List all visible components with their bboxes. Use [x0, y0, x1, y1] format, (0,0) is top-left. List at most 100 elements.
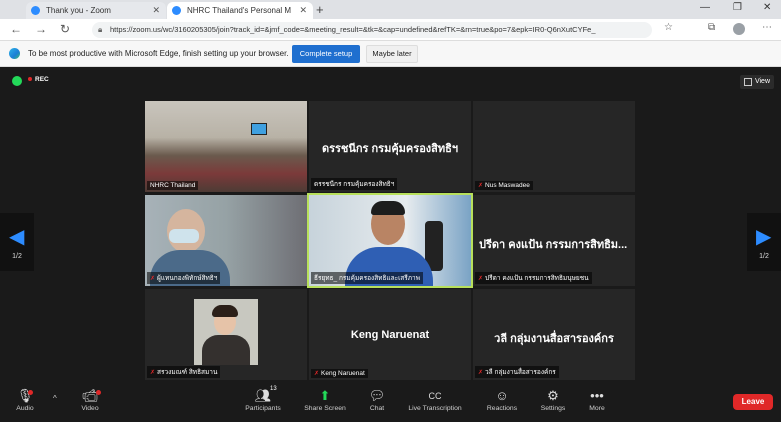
video-alert-badge	[96, 390, 101, 395]
maximize-icon[interactable]: ❐	[733, 2, 742, 13]
edge-setup-infobar: To be most productive with Microsoft Edg…	[0, 41, 781, 67]
tab-label: Thank you - Zoom	[46, 6, 111, 15]
grid-icon	[744, 78, 752, 86]
participant-display-name: Keng Naruenat	[350, 329, 430, 341]
participant-name: ดรรชนีกร กรมคุ้มครองสิทธิฯ	[311, 178, 398, 190]
live-transcription-button[interactable]: CC Live Transcription	[403, 387, 467, 421]
new-tab-icon[interactable]: +	[316, 2, 324, 17]
gear-icon: ⚙	[547, 388, 559, 403]
collections-icon[interactable]: ⧉	[708, 22, 715, 33]
ellipsis-icon: •••	[590, 388, 604, 403]
participant-tile-nus-maswadee[interactable]: ✗ Nus Maswadee	[473, 101, 635, 192]
microphone-icon: 🎙︎	[16, 388, 34, 403]
close-tab-icon[interactable]: ✕	[152, 5, 160, 16]
share-screen-icon: ⬆	[319, 388, 331, 403]
address-bar: ← → ↻ 🔒︎ https://zoom.us/wc/3160205305/j…	[0, 19, 781, 41]
participant-count: 13	[270, 386, 277, 392]
muted-microphone-icon: ✗	[314, 371, 320, 377]
chat-button[interactable]: 💬︎ Chat	[360, 387, 394, 421]
chat-icon: 💬︎	[368, 388, 386, 403]
chevron-right-icon: ▶	[756, 226, 772, 248]
browser-tab-bar: Thank you - Zoom ✕ NHRC Thailand's Perso…	[0, 0, 781, 19]
minimize-icon[interactable]: —	[700, 2, 710, 13]
meeting-area: REC View ◀ 1/2 ▶ 1/2 NHRC Thailand ดรรชน…	[0, 67, 781, 385]
tab-label: NHRC Thailand's Personal M	[187, 6, 292, 15]
close-window-icon[interactable]: ✕	[763, 2, 771, 13]
record-icon	[28, 77, 32, 82]
zoom-favicon-icon	[172, 6, 181, 15]
participant-tile-prida[interactable]: ปรีดา คงแป้น กรรมการสิทธิม... ✗ ปรีดา คงแ…	[473, 195, 635, 286]
reactions-button[interactable]: ☺ Reactions	[482, 387, 522, 421]
cc-icon: CC	[428, 391, 442, 401]
lock-icon: 🔒︎	[98, 25, 103, 34]
profile-avatar[interactable]	[733, 23, 745, 35]
zoom-favicon-icon	[31, 6, 40, 15]
leave-button[interactable]: Leave	[733, 394, 773, 410]
participants-button[interactable]: 👥︎ 13 Participants	[240, 386, 286, 421]
tab-thank-you-zoom[interactable]: Thank you - Zoom ✕	[26, 2, 166, 19]
participant-tile-nhrc[interactable]: NHRC Thailand	[145, 101, 307, 192]
participant-display-name: ปรีดา คงแป้น กรรมการสิทธิม...	[479, 239, 628, 251]
browser-menu-icon[interactable]: ⋯	[762, 22, 772, 33]
complete-setup-button[interactable]: Complete setup	[292, 45, 360, 63]
participant-tile-suangmon[interactable]: ✗ สรวงมณฑ์ สิทธิสมาน	[145, 289, 307, 380]
participant-name: NHRC Thailand	[147, 181, 199, 190]
participant-name-row: ✗ ปรีดา คงแป้น กรรมการสิทธิมนุษยชน	[475, 272, 592, 284]
edge-logo-icon	[9, 48, 20, 59]
hair	[371, 201, 405, 215]
participant-video	[194, 299, 258, 365]
muted-microphone-icon: ✗	[478, 183, 484, 189]
audio-alert-badge	[28, 390, 33, 395]
infobar-message: To be most productive with Microsoft Edg…	[28, 49, 289, 58]
participant-name-row: ✗ Nus Maswadee	[475, 181, 533, 190]
body	[202, 335, 250, 365]
tab-nhrc-meeting[interactable]: NHRC Thailand's Personal M ✕	[167, 2, 313, 19]
next-page-button[interactable]: ▶ 1/2	[747, 213, 781, 271]
participant-tile-darachanikorn[interactable]: ดรรชนีกร กรมคุ้มครองสิทธิฯ ดรรชนีกร กรมค…	[309, 101, 471, 192]
camera-icon: 📹︎	[81, 388, 99, 403]
refresh-icon[interactable]: ↻	[60, 22, 70, 36]
video-button[interactable]: 📹︎ Video	[62, 387, 118, 421]
share-screen-button[interactable]: ⬆ Share Screen	[298, 387, 352, 421]
participant-tile-protection-division[interactable]: ✗ ผู้แทนกองพิทักษ์สิทธิฯ	[145, 195, 307, 286]
people-icon: 👥︎	[254, 388, 272, 403]
page-indicator: 1/2	[12, 253, 22, 260]
room-screen	[251, 123, 267, 135]
muted-microphone-icon: ✗	[478, 276, 484, 282]
participant-tile-active-speaker[interactable]: ธีรยุทธ_ กรมคุ้มครองสิทธิและเสรีภาพ	[307, 193, 473, 288]
participant-tile-walee[interactable]: วลี กลุ่มงานสื่อสารองค์กร ✗ วลี กลุ่มงานส…	[473, 289, 635, 380]
forward-icon[interactable]: →	[35, 22, 47, 36]
participant-display-name: ดรรชนีกร กรมคุ้มครองสิทธิฯ	[321, 143, 459, 155]
participant-name-row: ✗ วลี กลุ่มงานสื่อสารองค์กร	[475, 366, 559, 378]
page-indicator: 1/2	[759, 253, 769, 260]
muted-microphone-icon: ✗	[478, 370, 484, 376]
favorites-icon[interactable]: ☆	[664, 22, 673, 33]
participant-name-row: ✗ สรวงมณฑ์ สิทธิสมาน	[147, 366, 221, 378]
face-mask	[169, 229, 199, 243]
reaction-icon: ☺	[495, 388, 509, 403]
meeting-toolbar: 🎙︎ Audio ^ 📹︎ Video 👥︎ 13 Participants ⬆…	[0, 385, 781, 422]
settings-button[interactable]: ⚙ Settings	[535, 387, 571, 421]
hair	[212, 305, 238, 317]
chevron-up-icon[interactable]: ^	[53, 394, 57, 403]
previous-page-button[interactable]: ◀ 1/2	[0, 213, 34, 271]
participant-name-row: ✗ ผู้แทนกองพิทักษ์สิทธิฯ	[147, 272, 221, 284]
participant-tile-keng-naruenat[interactable]: Keng Naruenat ✗ Keng Naruenat	[309, 289, 471, 380]
muted-microphone-icon: ✗	[150, 276, 156, 282]
chevron-left-icon: ◀	[9, 226, 25, 248]
url-text: https://zoom.us/wc/3160205305/join?track…	[110, 25, 596, 34]
muted-microphone-icon: ✗	[150, 370, 156, 376]
more-button[interactable]: ••• More	[580, 387, 614, 421]
back-icon[interactable]: ←	[10, 22, 22, 36]
participant-name-row: ✗ Keng Naruenat	[311, 369, 368, 378]
participant-name: ธีรยุทธ_ กรมคุ้มครองสิทธิและเสรีภาพ	[311, 272, 423, 284]
close-tab-icon[interactable]: ✕	[299, 5, 307, 16]
maybe-later-button[interactable]: Maybe later	[366, 45, 418, 63]
participant-display-name: วลี กลุ่มงานสื่อสารองค์กร	[494, 333, 614, 345]
view-button[interactable]: View	[740, 75, 774, 89]
recording-indicator: REC	[28, 76, 49, 83]
meeting-room-video	[145, 101, 307, 192]
shield-icon[interactable]	[12, 76, 22, 86]
audio-button[interactable]: 🎙︎ Audio	[0, 387, 50, 421]
url-input[interactable]: 🔒︎ https://zoom.us/wc/3160205305/join?tr…	[92, 22, 652, 38]
